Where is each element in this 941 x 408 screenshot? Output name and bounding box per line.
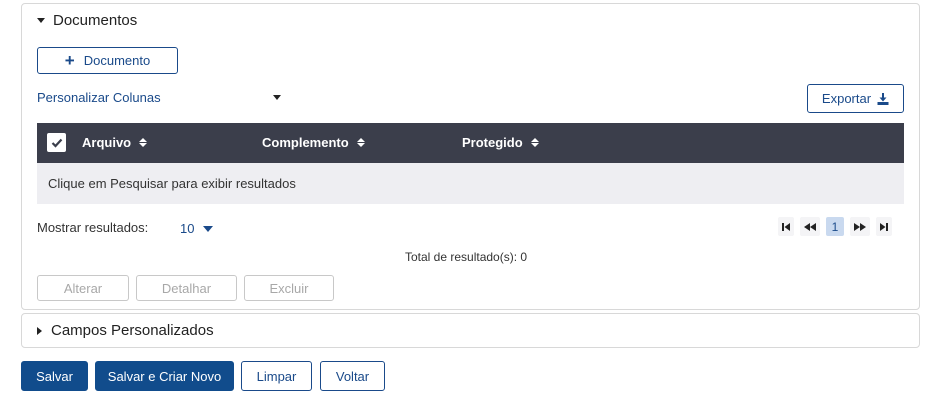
page-size-value: 10 (180, 221, 195, 236)
empty-results-row: Clique em Pesquisar para exibir resultad… (37, 163, 904, 204)
documentos-table: Arquivo Complemento Protegido Clique em … (37, 123, 904, 204)
sort-icon (356, 138, 365, 147)
personalizar-colunas-label: Personalizar Colunas (37, 90, 161, 105)
download-icon (877, 92, 889, 105)
voltar-button[interactable]: Voltar (320, 361, 385, 391)
exportar-button[interactable]: Exportar (807, 84, 904, 113)
personalizar-colunas-dropdown[interactable]: Personalizar Colunas (37, 90, 281, 105)
rewind-icon (804, 222, 816, 231)
column-header-label: Protegido (462, 135, 523, 150)
limpar-button[interactable]: Limpar (241, 361, 312, 391)
documentos-panel: Documentos + Documento Personalizar Colu… (21, 3, 920, 310)
plus-icon: + (64, 51, 75, 70)
select-all-checkbox[interactable] (47, 133, 66, 152)
documentos-title: Documentos (53, 12, 138, 29)
first-page-icon (782, 222, 790, 231)
first-page-button[interactable] (778, 217, 794, 236)
page-number-current[interactable]: 1 (826, 217, 844, 236)
dropdown-caret-icon (203, 225, 214, 232)
sort-icon (530, 138, 539, 147)
add-documento-label: Documento (83, 53, 151, 68)
column-header-protegido[interactable]: Protegido (462, 135, 539, 150)
last-page-icon (880, 222, 888, 231)
pagination: 1 (778, 217, 892, 236)
last-page-button[interactable] (876, 217, 892, 236)
campos-personalizados-panel: Campos Personalizados (21, 313, 920, 348)
campos-personalizados-toggle[interactable]: Campos Personalizados (37, 322, 214, 339)
caret-right-icon (37, 326, 42, 335)
detalhar-button[interactable]: Detalhar (136, 275, 237, 301)
documentos-panel-toggle[interactable]: Documentos (37, 12, 137, 29)
add-documento-button[interactable]: + Documento (37, 47, 178, 74)
table-header: Arquivo Complemento Protegido (37, 123, 904, 163)
column-header-arquivo[interactable]: Arquivo (82, 135, 148, 150)
column-header-label: Arquivo (82, 135, 132, 150)
campos-personalizados-title: Campos Personalizados (51, 322, 214, 339)
exportar-label: Exportar (821, 91, 872, 106)
empty-results-message: Clique em Pesquisar para exibir resultad… (48, 176, 296, 191)
excluir-button[interactable]: Excluir (244, 275, 334, 301)
next-page-button[interactable] (850, 217, 870, 236)
mostrar-resultados-label: Mostrar resultados: (37, 220, 149, 235)
dropdown-caret-icon (273, 95, 281, 100)
caret-down-icon (37, 18, 45, 23)
column-header-complemento[interactable]: Complemento (262, 135, 365, 150)
alterar-button[interactable]: Alterar (37, 275, 129, 301)
column-header-label: Complemento (262, 135, 349, 150)
salvar-criar-novo-button[interactable]: Salvar e Criar Novo (95, 361, 234, 391)
page-size-select[interactable]: 10 (180, 221, 214, 236)
sort-icon (139, 138, 148, 147)
salvar-button[interactable]: Salvar (21, 361, 88, 391)
fast-forward-icon (854, 222, 866, 231)
total-results: Total de resultado(s): 0 (405, 250, 528, 264)
previous-page-button[interactable] (800, 217, 820, 236)
check-icon (51, 138, 62, 148)
